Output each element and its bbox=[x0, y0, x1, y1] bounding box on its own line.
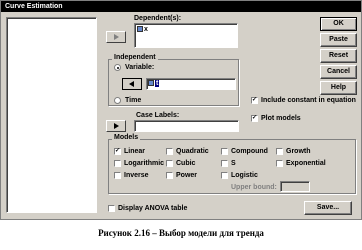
growth-label: Growth bbox=[286, 148, 311, 155]
include-constant-label: Include constant in equation bbox=[261, 97, 356, 104]
s-checkbox[interactable] bbox=[221, 160, 228, 167]
quadratic-label: Quadratic bbox=[176, 148, 209, 155]
upper-bound-label: Upper bound: bbox=[231, 184, 277, 191]
linear-checkbox[interactable]: ✓ bbox=[114, 148, 121, 155]
help-button[interactable]: Help bbox=[320, 81, 357, 95]
curve-estimation-dialog: Curve Estimation Dependent(s): x Indepen… bbox=[0, 0, 362, 220]
cubic-label: Cubic bbox=[176, 160, 196, 167]
dependent-item[interactable]: x bbox=[137, 26, 148, 33]
independent-variable-item[interactable]: t bbox=[148, 80, 160, 87]
move-to-dependent-button[interactable] bbox=[106, 31, 126, 43]
compound-label: Compound bbox=[231, 148, 268, 155]
cancel-button[interactable]: Cancel bbox=[320, 65, 357, 79]
arrow-left-icon bbox=[129, 81, 134, 87]
logarithmic-label: Logarithmic bbox=[124, 160, 165, 167]
source-variable-list[interactable] bbox=[6, 17, 97, 213]
logarithmic-checkbox[interactable] bbox=[114, 160, 121, 167]
inverse-label: Inverse bbox=[124, 172, 149, 179]
case-labels-label: Case Labels: bbox=[136, 112, 180, 119]
linear-label: Linear bbox=[124, 148, 146, 155]
logistic-checkbox[interactable] bbox=[221, 172, 228, 179]
arrow-right-icon bbox=[114, 34, 119, 40]
variable-radio-label: Variable: bbox=[125, 64, 155, 71]
growth-checkbox[interactable] bbox=[276, 148, 283, 155]
paste-button[interactable]: Paste bbox=[320, 33, 357, 47]
move-to-case-labels-button[interactable] bbox=[106, 120, 126, 132]
display-anova-checkbox[interactable] bbox=[108, 205, 115, 212]
variable-icon bbox=[137, 26, 143, 33]
quadratic-checkbox[interactable] bbox=[166, 148, 173, 155]
include-constant-checkbox[interactable]: ✓ bbox=[251, 97, 258, 104]
upper-bound-field bbox=[280, 181, 310, 192]
dependent-label: Dependent(s): bbox=[134, 15, 182, 22]
reset-button[interactable]: Reset bbox=[320, 49, 357, 63]
display-anova-label: Display ANOVA table bbox=[118, 205, 188, 212]
title-bar: Curve Estimation bbox=[1, 1, 361, 12]
exponential-checkbox[interactable] bbox=[276, 160, 283, 167]
variable-icon bbox=[148, 80, 154, 87]
figure-caption: Рисунок 2.16 – Выбор модели для тренда bbox=[98, 228, 264, 238]
independent-variable-field[interactable]: t bbox=[146, 78, 236, 90]
time-radio-label: Time bbox=[125, 97, 142, 104]
move-to-independent-button[interactable] bbox=[122, 78, 142, 90]
models-group-title: Models bbox=[112, 133, 141, 142]
exponential-label: Exponential bbox=[286, 160, 326, 167]
arrow-right-icon bbox=[114, 123, 119, 129]
inverse-checkbox[interactable] bbox=[114, 172, 121, 179]
ok-button[interactable]: OK bbox=[320, 17, 357, 31]
window-title: Curve Estimation bbox=[5, 3, 63, 10]
time-radio[interactable] bbox=[114, 97, 121, 104]
power-checkbox[interactable] bbox=[166, 172, 173, 179]
plot-models-checkbox[interactable]: ✓ bbox=[251, 115, 258, 122]
save-button[interactable]: Save... bbox=[304, 201, 352, 215]
dependent-list[interactable]: x bbox=[134, 23, 238, 48]
case-labels-field[interactable] bbox=[134, 120, 239, 132]
independent-group-title: Independent bbox=[112, 53, 158, 62]
plot-models-label: Plot models bbox=[261, 115, 301, 122]
compound-checkbox[interactable] bbox=[221, 148, 228, 155]
logistic-label: Logistic bbox=[231, 172, 258, 179]
variable-radio[interactable] bbox=[114, 64, 121, 71]
power-label: Power bbox=[176, 172, 198, 179]
s-label: S bbox=[231, 160, 236, 167]
cubic-checkbox[interactable] bbox=[166, 160, 173, 167]
